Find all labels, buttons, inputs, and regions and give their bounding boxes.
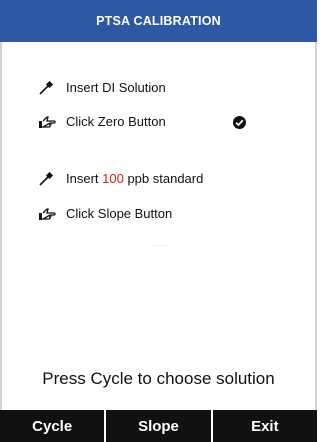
step-label-prefix: Insert [66, 171, 103, 186]
check-circle-icon [233, 116, 246, 129]
divider [154, 245, 168, 246]
page-title: PTSA CALIBRATION [96, 14, 221, 28]
step-label: Insert DI Solution [66, 80, 166, 95]
pointing-hand-icon [38, 115, 56, 129]
step-label: Click Slope Button [66, 206, 173, 221]
ppb-value: 100 [102, 171, 124, 186]
cycle-button[interactable]: Cycle [0, 410, 107, 442]
pointing-hand-icon [38, 207, 56, 221]
title-bar: PTSA CALIBRATION [0, 0, 317, 42]
slope-button[interactable]: Slope [106, 410, 213, 442]
step-click-slope: Click Slope Button [38, 206, 172, 221]
instruction-prompt: Press Cycle to choose solution [42, 369, 275, 388]
step-insert-di: Insert DI Solution [38, 80, 166, 95]
dropper-icon [38, 171, 56, 186]
step-label: Click Zero Button [66, 114, 166, 129]
step-click-zero: Click Zero Button [38, 114, 166, 129]
step-label-suffix: ppb standard [123, 171, 204, 186]
exit-button[interactable]: Exit [213, 410, 317, 442]
step-insert-standard: Insert 100 ppb standard [38, 171, 203, 186]
dropper-icon [38, 80, 56, 95]
softkey-bar: Cycle Slope Exit [0, 410, 317, 442]
